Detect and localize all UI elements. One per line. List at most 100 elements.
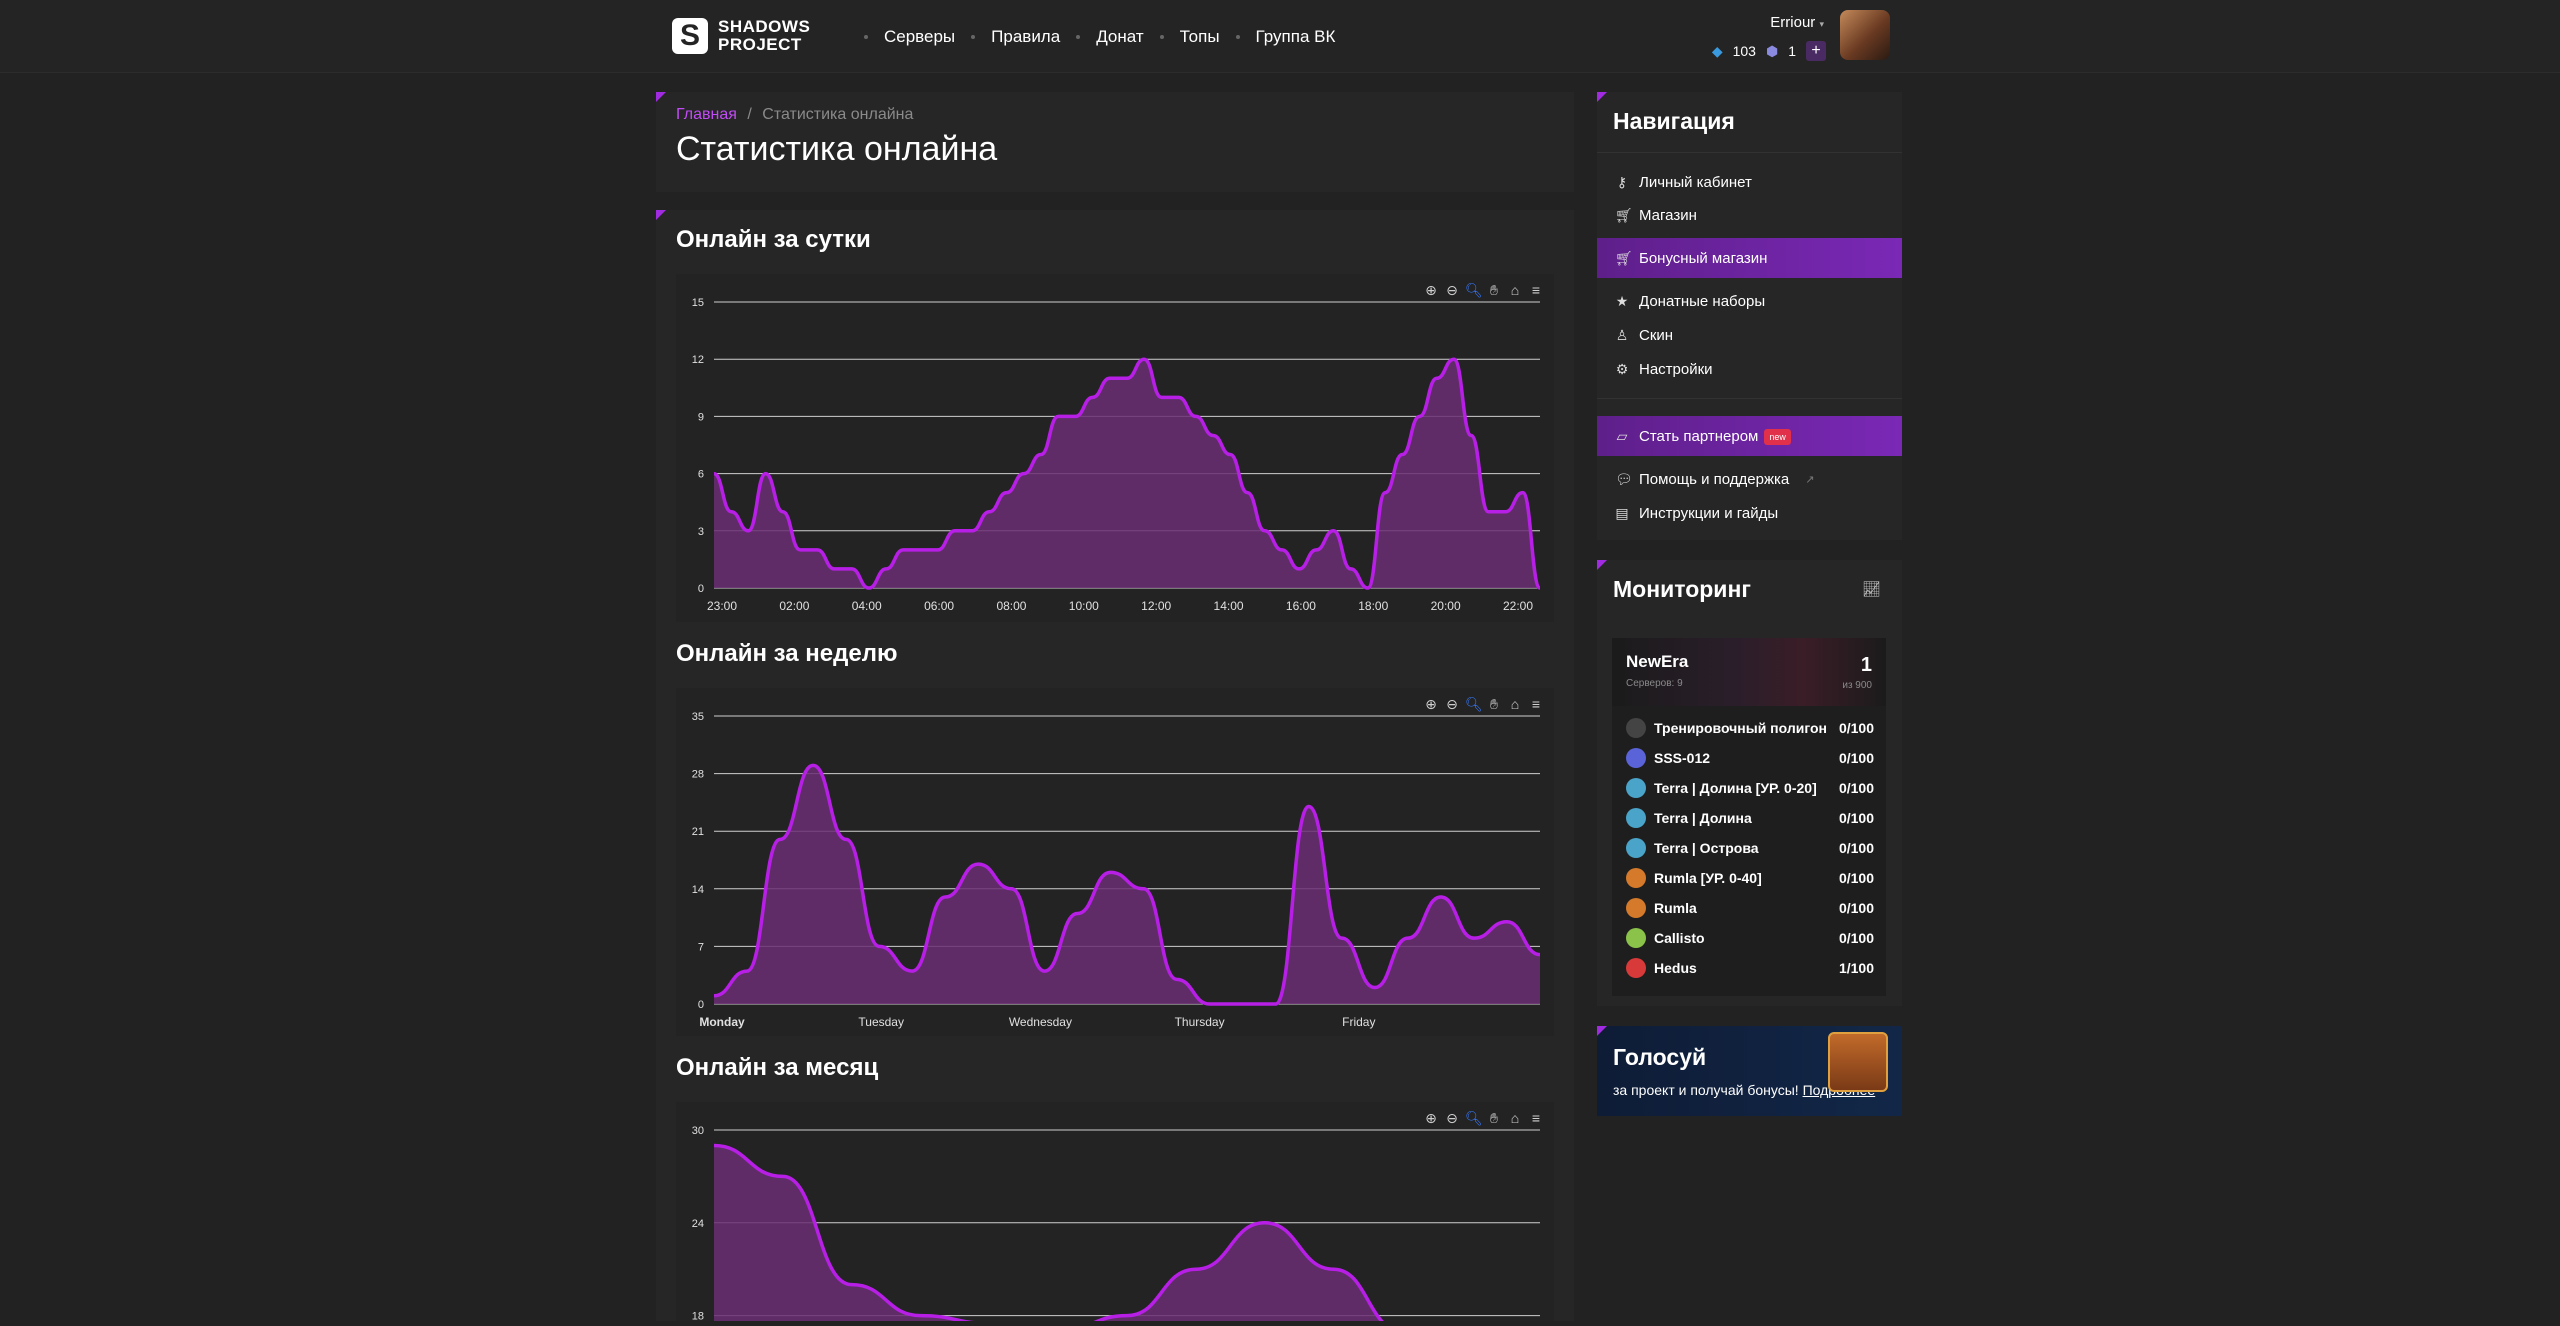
server-count: 0/100 (1838, 780, 1874, 796)
nav-donate[interactable]: Донат (1096, 27, 1143, 47)
logo-text-line-2: PROJECT (718, 35, 802, 54)
reset-home-icon[interactable]: ⌂ (1507, 282, 1523, 298)
nav-servers[interactable]: Серверы (884, 27, 955, 47)
avatar[interactable] (1840, 10, 1890, 60)
divider (1597, 398, 1902, 399)
site-logo[interactable]: S SHADOWS PROJECT (672, 18, 810, 54)
zoom-out-icon[interactable]: ⊖ (1444, 282, 1460, 298)
star-icon: ★ (1615, 293, 1629, 309)
x-tick-label: 16:00 (1286, 599, 1316, 613)
server-row[interactable]: Terra | Долина 0/100 (1626, 808, 1874, 828)
monitoring-title: Мониторинг (1613, 576, 1751, 602)
server-icon (1626, 718, 1646, 738)
card-corner (656, 92, 666, 102)
top-bar: S SHADOWS PROJECT Серверы Правила Донат … (0, 0, 2560, 73)
card-corner (1597, 92, 1607, 102)
month-chart-title: Онлайн за месяц (676, 1054, 879, 1081)
x-tick-label: 14:00 (1214, 599, 1244, 613)
person-icon: ♙ (1615, 327, 1629, 343)
external-link-icon: ↗ (1805, 474, 1815, 486)
nav-donate-kits[interactable]: ★ Донатные наборы (1615, 293, 1765, 310)
menu-icon[interactable]: ≡ (1528, 1110, 1544, 1126)
x-tick-label: Friday (1342, 1015, 1375, 1029)
nav-skin[interactable]: ♙ Скин (1615, 327, 1673, 344)
pan-icon[interactable]: ✋︎ (1486, 696, 1502, 712)
x-tick-label: 23:00 (707, 599, 737, 613)
zoom-select-icon[interactable]: 🔍︎ (1465, 1110, 1483, 1126)
nav-tops[interactable]: Топы (1180, 27, 1220, 47)
nav-shop[interactable]: 🛒︎ Магазин (1615, 207, 1697, 224)
support-link[interactable]: 💬︎ Помощь и поддержка ↗ (1615, 471, 1814, 488)
servers-count: Серверов: 9 (1626, 678, 1683, 689)
pan-icon[interactable]: ✋︎ (1486, 282, 1502, 298)
card-corner (656, 210, 666, 220)
server-row[interactable]: Тренировочный полигон 0/100 (1626, 718, 1874, 738)
nav-bonus-shop[interactable]: 🛒︎ Бонусный магазин (1615, 250, 1767, 267)
nav-dot (1076, 35, 1081, 39)
y-tick-label: 14 (692, 884, 704, 896)
zoom-in-icon[interactable]: ⊕ (1423, 696, 1439, 712)
server-icon (1626, 928, 1646, 948)
guides-link[interactable]: ▤ Инструкции и гайды (1615, 505, 1778, 522)
zoom-out-icon[interactable]: ⊖ (1444, 1110, 1460, 1126)
server-row[interactable]: Terra | Долина [УР. 0-20] 0/100 (1626, 778, 1874, 798)
become-partner-link[interactable]: ▱ Стать партнером new (1615, 428, 1791, 445)
nav-label: Личный кабинет (1639, 174, 1752, 191)
zoom-in-icon[interactable]: ⊕ (1423, 1110, 1439, 1126)
breadcrumb-home[interactable]: Главная (676, 106, 737, 123)
y-tick-label: 28 (692, 769, 704, 781)
reset-home-icon[interactable]: ⌂ (1507, 1110, 1523, 1126)
reset-home-icon[interactable]: ⌂ (1507, 696, 1523, 712)
vote-title: Голосуй (1613, 1044, 1707, 1070)
guides-label: Инструкции и гайды (1639, 505, 1779, 522)
server-row[interactable]: Rumla 0/100 (1626, 898, 1874, 918)
divider (1597, 152, 1902, 153)
y-tick-label: 15 (692, 297, 704, 309)
menu-icon[interactable]: ≡ (1528, 282, 1544, 298)
x-tick-label: 18:00 (1358, 599, 1388, 613)
nav-rules[interactable]: Правила (991, 27, 1060, 47)
key-icon: ⚷ (1616, 174, 1628, 190)
nav-settings[interactable]: ⚙ Настройки (1615, 361, 1713, 378)
zoom-in-icon[interactable]: ⊕ (1423, 282, 1439, 298)
server-count: 0/100 (1838, 720, 1874, 736)
zoom-out-icon[interactable]: ⊖ (1444, 696, 1460, 712)
chevron-down-icon: ▾ (1819, 19, 1824, 29)
server-row[interactable]: Hedus 1/100 (1626, 958, 1874, 978)
nav-dot (1159, 35, 1164, 39)
x-tick-label: Thursday (1175, 1015, 1225, 1029)
pan-icon[interactable]: ✋︎ (1486, 1110, 1502, 1126)
nav-personal-account[interactable]: ⚷ Личный кабинет (1615, 174, 1752, 191)
week-chart-svg: 0 7 14 21 28 35 Monday Tuesday Wednesday Thursday… (692, 711, 1541, 1029)
user-menu[interactable]: Erriour ▾ (1712, 14, 1824, 31)
server-count: 0/100 (1838, 840, 1874, 856)
x-tick-label: 22:00 (1503, 599, 1533, 613)
y-tick-label: 0 (698, 583, 704, 595)
menu-icon[interactable]: ≡ (1528, 696, 1544, 712)
vote-banner[interactable]: Голосуй за проект и получай бонусы! Подр… (1597, 1026, 1902, 1116)
nav-label: Скин (1639, 327, 1674, 344)
server-row[interactable]: Rumla [УР. 0-40] 0/100 (1626, 868, 1874, 888)
server-row[interactable]: Callisto 0/100 (1626, 928, 1874, 948)
nav-vk-group[interactable]: Группа ВК (1256, 27, 1336, 47)
server-row[interactable]: SSS-012 0/100 (1626, 748, 1874, 768)
main-nav: Серверы Правила Донат Топы Группа ВК (848, 27, 1335, 47)
card-corner (1597, 1026, 1607, 1036)
server-row[interactable]: Terra | Острова 0/100 (1626, 838, 1874, 858)
zoom-select-icon[interactable]: 🔍︎ (1465, 282, 1483, 298)
x-tick-label: 02:00 (779, 599, 809, 613)
cart-icon: 🛒︎ (1615, 207, 1633, 223)
chart-icon[interactable]: 📈︎ (1862, 580, 1881, 598)
chart-toolbar: ⊕ ⊖ 🔍︎ ✋︎ ⌂ ≡ (1423, 282, 1544, 298)
zoom-select-icon[interactable]: 🔍︎ (1465, 696, 1483, 712)
server-count: 0/100 (1838, 870, 1874, 886)
add-balance-button[interactable]: + (1806, 41, 1826, 61)
server-name: Тренировочный полигон (1654, 720, 1827, 736)
server-name: Terra | Острова (1654, 840, 1759, 856)
server-icon (1626, 958, 1646, 978)
y-tick-label: 9 (698, 411, 704, 423)
partner-label: Стать партнером (1639, 428, 1759, 445)
book-icon: ▤ (1615, 505, 1629, 521)
server-icon (1626, 748, 1646, 768)
server-name: Terra | Долина (1654, 810, 1752, 826)
